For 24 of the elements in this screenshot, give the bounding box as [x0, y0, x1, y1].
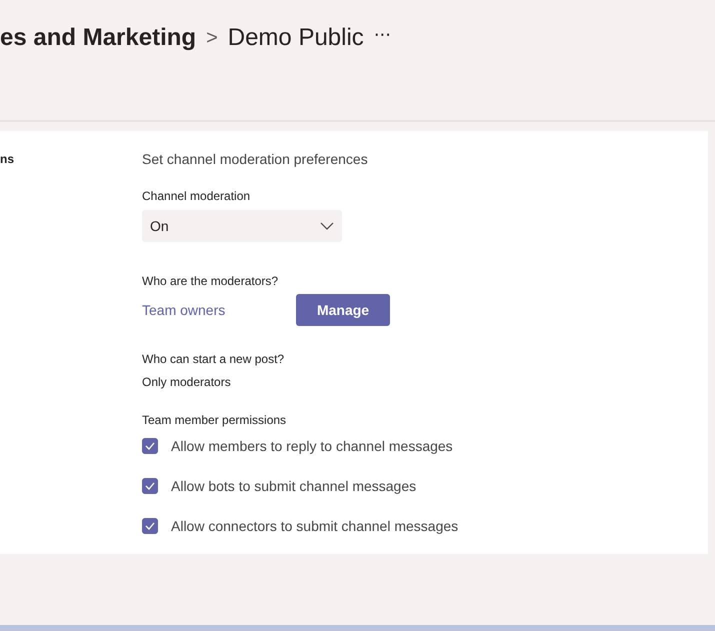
field-label: Channel moderation — [142, 189, 250, 203]
field-label: Who are the moderators? — [142, 274, 278, 288]
channel-name: Demo Public — [228, 23, 364, 53]
team-owners-link[interactable]: Team owners — [142, 302, 296, 318]
field-label: Team member permissions — [142, 413, 286, 427]
checkbox-label: Allow members to reply to channel messages — [171, 438, 453, 454]
manage-button[interactable]: Manage — [296, 294, 390, 326]
field-label: Who can start a new post? — [142, 352, 284, 366]
checkmark-icon — [145, 442, 155, 450]
chevron-down-icon — [320, 222, 334, 230]
section-heading: Set channel moderation preferences — [142, 151, 368, 167]
checkbox[interactable] — [142, 438, 158, 454]
field-value: Only moderators — [142, 375, 231, 389]
checkmark-icon — [145, 482, 155, 490]
section-title: ns — [0, 151, 14, 166]
checkbox-label: Allow bots to submit channel messages — [171, 478, 416, 494]
checkbox[interactable] — [142, 518, 158, 534]
more-button[interactable]: ··· — [374, 22, 391, 50]
moderation-dropdown[interactable]: On — [142, 210, 342, 242]
checkbox[interactable] — [142, 478, 158, 494]
checkmark-icon — [145, 522, 155, 530]
team-name[interactable]: es and Marketing — [0, 22, 196, 54]
breadcrumb-separator: > — [206, 26, 218, 51]
checkbox-label: Allow connectors to submit channel messages — [171, 518, 458, 534]
